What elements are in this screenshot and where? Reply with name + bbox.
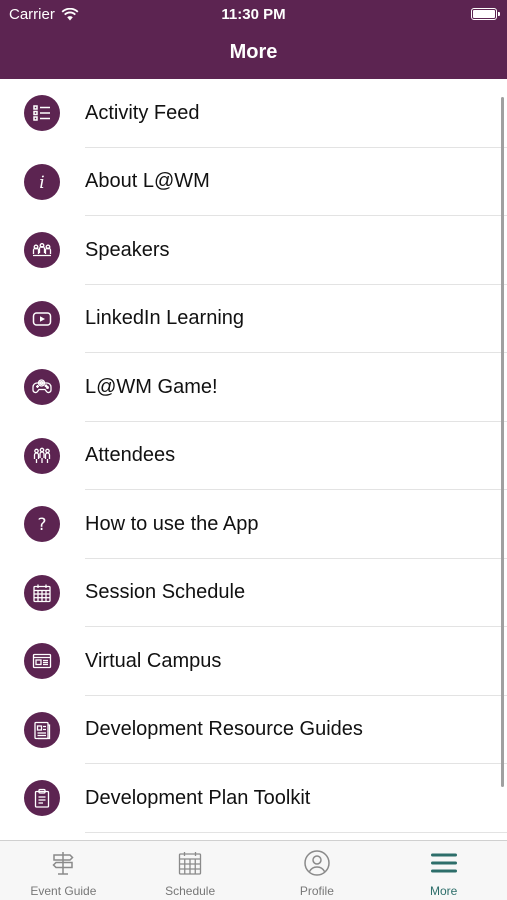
menu-item-label: Speakers [85,238,170,261]
menu-item-development-resource-guides[interactable]: Development Resource Guides [0,696,507,764]
tab-label: Schedule [165,884,216,898]
video-play-icon [24,300,60,337]
menu-item-label: LinkedIn Learning [85,307,245,330]
menu-item-label: L@WM Game! [85,375,218,398]
menu-item-virtual-campus[interactable]: Virtual Campus [0,627,507,696]
menu-item-about[interactable]: i About L@WM [0,148,507,216]
tab-bar: Event Guide Schedule Profile More [0,840,507,900]
tab-label: More [429,884,458,898]
attendees-icon [24,437,60,474]
guide-book-icon [24,711,60,748]
menu-item-development-plan-toolkit[interactable]: Development Plan Toolkit [0,764,507,833]
menu-item-session-schedule[interactable]: Session Schedule [0,559,507,627]
profile-icon [304,850,330,876]
menu-item-how-to-use[interactable]: ? How to use the App [0,490,507,559]
menu-item-label: About L@WM [85,170,210,193]
menu-item-attendees[interactable]: Attendees [0,422,507,490]
tab-label: Profile [299,884,334,898]
tab-profile[interactable]: Profile [254,841,381,900]
menu-item-game[interactable]: L@WM Game! [0,353,507,422]
menu-item-speakers[interactable]: Speakers [0,216,507,285]
menu-item-linkedin-learning[interactable]: LinkedIn Learning [0,285,507,353]
signpost-icon [52,852,74,875]
menu-item-label: Activity Feed [85,101,200,124]
question-icon: ? [24,506,60,543]
clipboard-icon [24,780,60,817]
speakers-icon [24,232,60,269]
more-menu-list[interactable]: Activity Feed i About L@WM Speakers Link… [0,79,507,840]
svg-text:i: i [39,173,44,193]
battery-icon [471,8,500,20]
clock-time: 11:30 PM [221,6,286,23]
menu-item-label: Session Schedule [85,581,246,604]
scroll-indicator[interactable] [501,97,504,787]
navigation-bar: More [0,28,507,79]
browser-window-icon [24,643,60,680]
game-controller-icon [24,369,60,406]
menu-item-partial[interactable] [0,833,507,841]
hamburger-menu-icon [430,853,457,873]
menu-item-label: Virtual Campus [85,649,222,672]
tab-event-guide[interactable]: Event Guide [0,841,127,900]
calendar-icon [178,852,202,875]
menu-item-label: Development Plan Toolkit [85,786,311,809]
menu-item-label: Attendees [85,444,176,467]
info-icon: i [24,163,60,200]
activity-feed-icon [24,95,60,132]
status-bar: Carrier 11:30 PM [0,0,507,28]
page-title: More [229,41,278,63]
calendar-icon [24,574,60,611]
svg-text:?: ? [37,515,46,535]
menu-item-label: How to use the App [85,512,259,535]
tab-schedule[interactable]: Schedule [127,841,254,900]
menu-item-label: Development Resource Guides [85,718,363,741]
tab-more[interactable]: More [380,841,507,900]
menu-item-activity-feed[interactable]: Activity Feed [0,79,507,148]
tab-label: Event Guide [30,884,97,898]
